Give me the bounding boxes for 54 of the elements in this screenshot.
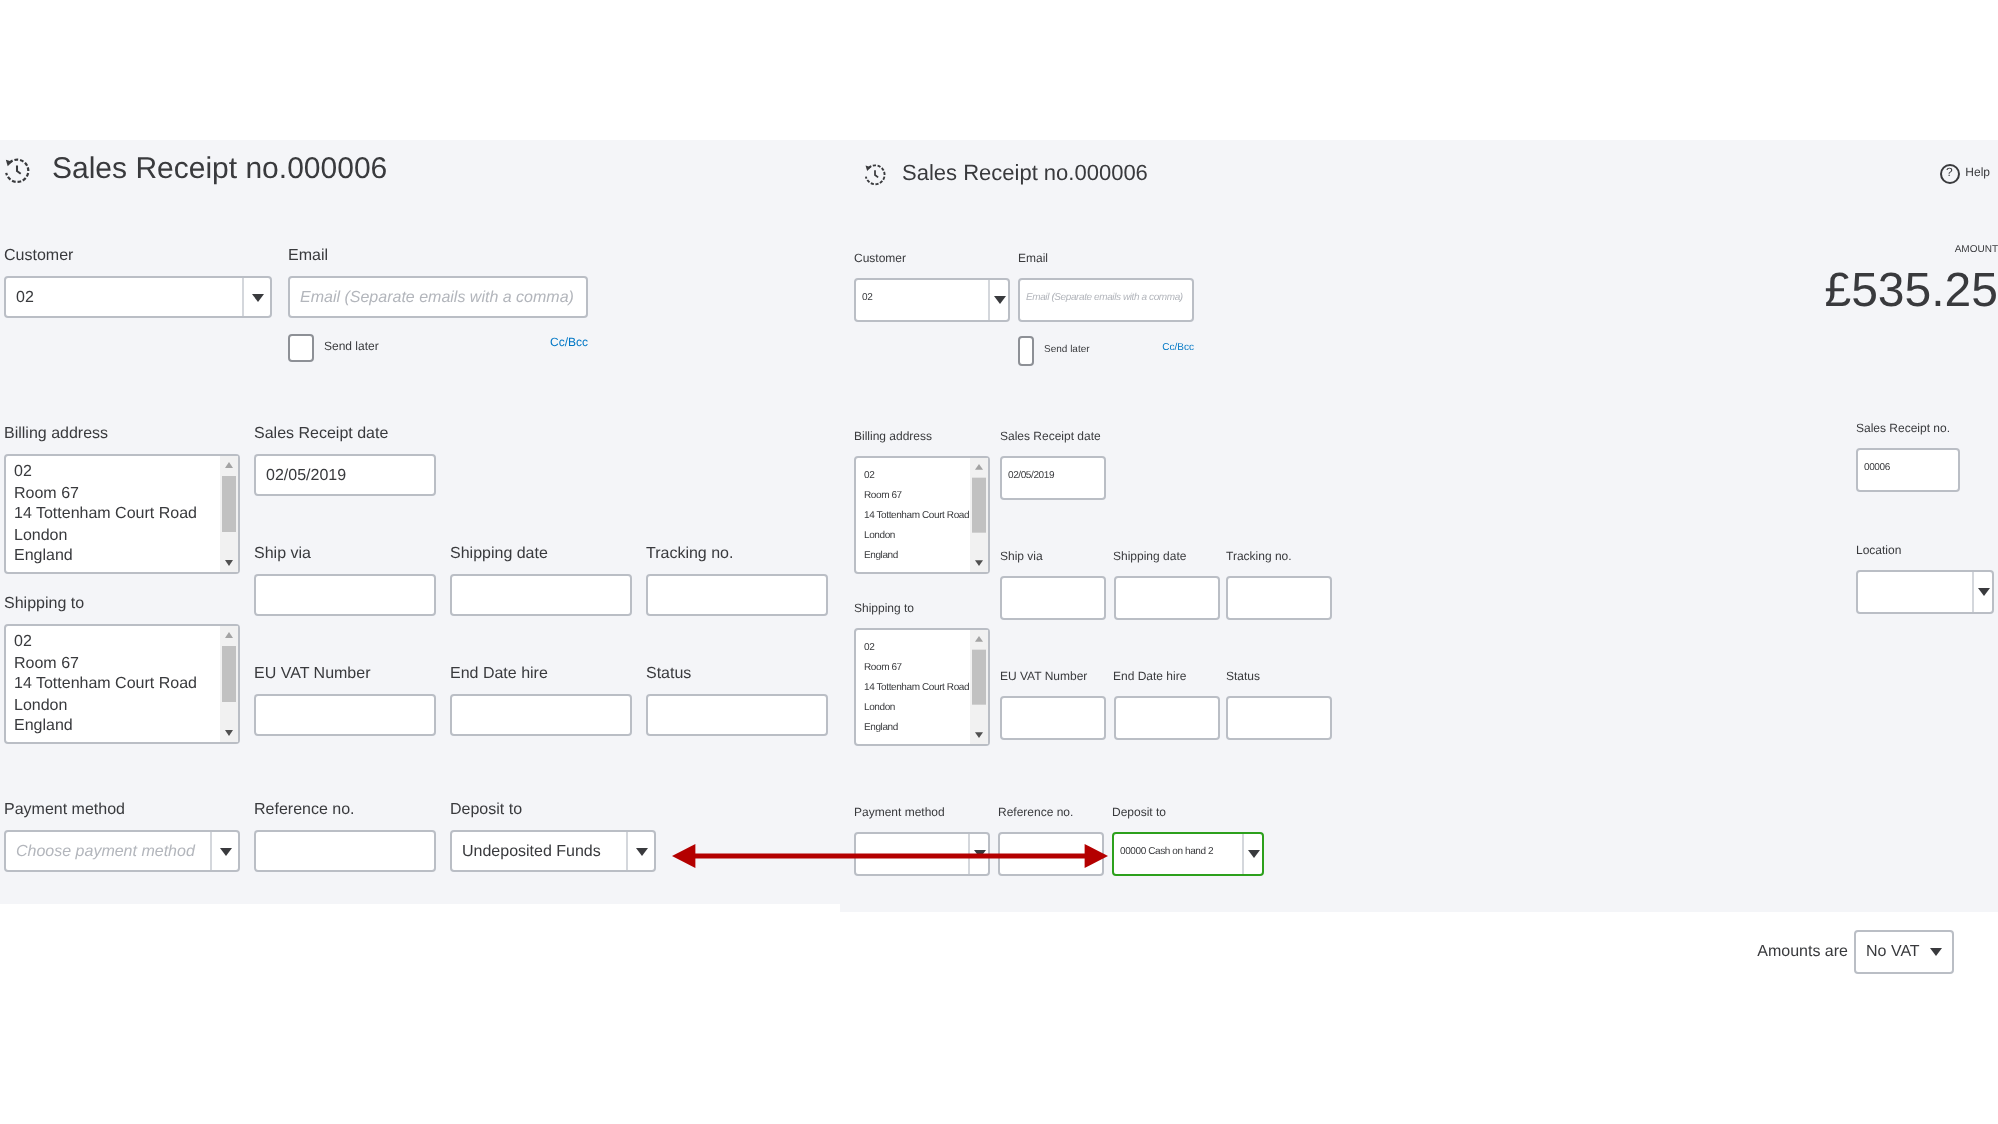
input-field[interactable]: [1226, 696, 1332, 740]
dropdown-field[interactable]: [1856, 570, 1994, 614]
field-label: Email: [288, 244, 331, 268]
caret-icon[interactable]: [1977, 588, 1989, 596]
checkbox[interactable]: [288, 334, 314, 362]
form-title: Sales Receipt no.000006: [52, 149, 388, 190]
field-label: End Date hire: [450, 662, 550, 686]
input-field[interactable]: [646, 574, 828, 616]
input-field[interactable]: [254, 830, 436, 872]
field-label: Customer: [4, 244, 76, 268]
input-field[interactable]: [254, 574, 436, 616]
field-label: EU VAT Number: [254, 662, 373, 686]
address-field[interactable]: 02 Room 67 14 Tottenham Court Road London England: [4, 624, 240, 744]
input-field[interactable]: [450, 574, 632, 616]
caret-icon[interactable]: [993, 296, 1005, 304]
scrollbar[interactable]: [970, 630, 988, 744]
dropdown-field[interactable]: 02: [4, 276, 272, 318]
field-label: Payment method: [4, 798, 127, 822]
caret-icon[interactable]: [973, 850, 985, 858]
field-label: Deposit to: [450, 798, 525, 822]
caret-icon[interactable]: [251, 293, 263, 301]
input-field[interactable]: [1000, 576, 1106, 620]
caret-icon[interactable]: [1247, 850, 1259, 858]
dropdown-field[interactable]: Undeposited Funds: [450, 830, 656, 872]
input-field[interactable]: [1113, 576, 1219, 620]
input-field[interactable]: [450, 694, 632, 736]
vat-dropdown[interactable]: No VAT: [1854, 930, 1954, 974]
caret-icon[interactable]: [1930, 948, 1942, 956]
input-field[interactable]: [1000, 696, 1106, 740]
address-field[interactable]: 02 Room 67 14 Tottenham Court Road London England: [4, 454, 240, 574]
vat-label: Amounts are: [1757, 940, 1848, 964]
field-label: Status: [646, 662, 694, 686]
history-icon[interactable]: [4, 157, 30, 183]
history-icon[interactable]: [864, 163, 886, 185]
caret-icon[interactable]: [219, 847, 231, 855]
field-label: Tracking no.: [646, 542, 736, 566]
field-label: Reference no.: [254, 798, 357, 822]
field-label: Ship via: [254, 542, 313, 566]
field-label: Billing address: [4, 422, 111, 446]
input-field[interactable]: [1113, 696, 1219, 740]
field-label: Shipping date: [450, 542, 550, 566]
field-label: Shipping to: [4, 592, 87, 616]
checkbox[interactable]: [1018, 336, 1034, 366]
scrollbar[interactable]: [220, 626, 238, 742]
input-field[interactable]: 02/05/2019: [254, 454, 436, 496]
input-field[interactable]: [254, 694, 436, 736]
form-title: Sales Receipt no.000006: [902, 159, 1148, 190]
scrollbar[interactable]: [220, 456, 238, 572]
input-field[interactable]: [646, 694, 828, 736]
input-field[interactable]: [1226, 576, 1332, 620]
caret-icon[interactable]: [635, 847, 647, 855]
field-label: Sales Receipt date: [254, 422, 391, 446]
scrollbar[interactable]: [970, 458, 988, 572]
amount-total: £535.25: [1824, 262, 1998, 322]
